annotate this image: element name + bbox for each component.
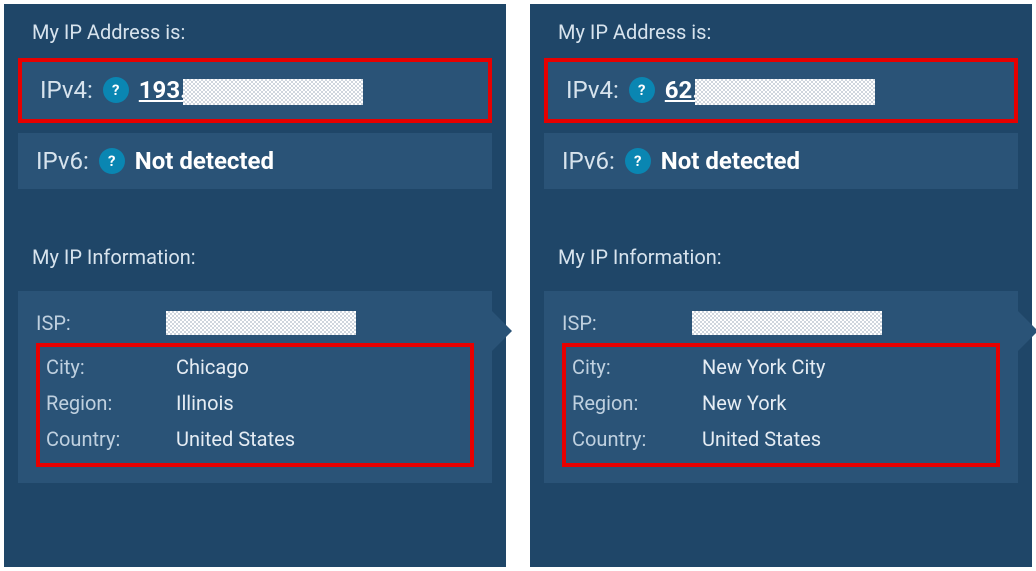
isp-value-redacted (166, 311, 356, 335)
ipv4-prefix: 193. (139, 76, 187, 104)
redacted-block (183, 79, 363, 105)
ipv6-value: Not detected (135, 147, 274, 175)
ip-info-panel: ISP: City: Chicago Region: Illinois Coun… (18, 291, 492, 483)
region-label: Region: (572, 391, 702, 415)
city-label: City: (46, 355, 176, 379)
ipv4-row: IPv4: ? 193. (18, 58, 492, 123)
ip-panel-left: My IP Address is: IPv4: ? 193. IPv6: ? N… (4, 4, 506, 567)
city-label: City: (572, 355, 702, 379)
geo-highlight-box: City: New York City Region: New York Cou… (562, 343, 1000, 467)
info-row-city: City: Chicago (46, 349, 464, 385)
region-value: New York (702, 391, 787, 415)
ipv4-label: IPv4: (566, 76, 619, 104)
ipv4-prefix: 62. (665, 76, 700, 104)
ipv6-label: IPv6: (36, 147, 89, 175)
ip-address-title: My IP Address is: (530, 4, 1032, 58)
help-icon[interactable]: ? (629, 77, 655, 103)
ipv4-label: IPv4: (40, 76, 93, 104)
isp-label: ISP: (36, 311, 166, 335)
ipv4-row: IPv4: ? 62. (544, 58, 1018, 123)
ip-info-title: My IP Information: (530, 229, 1032, 283)
info-row-country: Country: United States (46, 421, 464, 457)
ipv6-label: IPv6: (562, 147, 615, 175)
ipv4-value-link[interactable]: 62. (665, 76, 876, 105)
info-row-country: Country: United States (572, 421, 990, 457)
ip-info-title: My IP Information: (4, 229, 506, 283)
ipv6-value: Not detected (661, 147, 800, 175)
help-icon[interactable]: ? (99, 148, 125, 174)
ipv6-row: IPv6: ? Not detected (18, 133, 492, 189)
isp-value-redacted (692, 311, 882, 335)
isp-label: ISP: (562, 311, 692, 335)
ipv4-value-link[interactable]: 193. (139, 76, 363, 105)
help-icon[interactable]: ? (625, 148, 651, 174)
info-row-region: Region: New York (572, 385, 990, 421)
country-label: Country: (572, 427, 702, 451)
city-value: Chicago (176, 355, 249, 379)
city-value: New York City (702, 355, 825, 379)
country-value: United States (176, 427, 295, 451)
redacted-block (695, 79, 875, 105)
region-label: Region: (46, 391, 176, 415)
country-label: Country: (46, 427, 176, 451)
info-row-city: City: New York City (572, 349, 990, 385)
country-value: United States (702, 427, 821, 451)
info-row-region: Region: Illinois (46, 385, 464, 421)
panel-arrow-icon (492, 311, 512, 351)
ip-address-title: My IP Address is: (4, 4, 506, 58)
ip-panel-right: My IP Address is: IPv4: ? 62. IPv6: ? No… (530, 4, 1032, 567)
ipv6-row: IPv6: ? Not detected (544, 133, 1018, 189)
info-row-isp: ISP: (562, 305, 1000, 341)
region-value: Illinois (176, 391, 234, 415)
panel-arrow-icon (1018, 311, 1036, 351)
help-icon[interactable]: ? (103, 77, 129, 103)
geo-highlight-box: City: Chicago Region: Illinois Country: … (36, 343, 474, 467)
spacer (530, 199, 1032, 229)
ip-info-panel: ISP: City: New York City Region: New Yor… (544, 291, 1018, 483)
info-row-isp: ISP: (36, 305, 474, 341)
spacer (4, 199, 506, 229)
